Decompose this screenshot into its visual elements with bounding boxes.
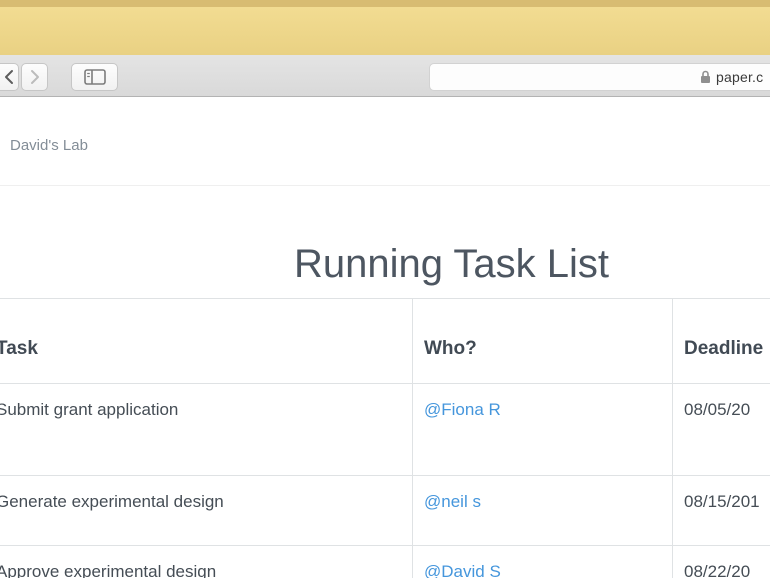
table-row: Approve experimental design @David S 08/…	[0, 546, 770, 578]
task-cell[interactable]: Submit grant application	[0, 384, 413, 475]
task-table: Task Who? Deadline Submit grant applicat…	[0, 298, 770, 578]
sidebar-toggle-button[interactable]	[71, 63, 118, 91]
who-cell[interactable]: @neil s	[413, 476, 673, 545]
who-cell[interactable]: @David S	[413, 546, 673, 578]
lock-icon	[700, 70, 711, 84]
table-row: Submit grant application @Fiona R 08/05/…	[0, 384, 770, 476]
who-cell[interactable]: @Fiona R	[413, 384, 673, 475]
deadline-cell[interactable]: 08/15/201	[673, 476, 770, 545]
sidebar-icon	[83, 69, 106, 85]
column-header-who-label: Who?	[424, 338, 477, 359]
deadline-cell[interactable]: 08/22/20	[673, 546, 770, 578]
back-icon	[3, 69, 14, 85]
column-header-deadline-label: Deadline	[684, 338, 764, 359]
header-divider	[0, 185, 770, 186]
table-header-row: Task Who? Deadline	[0, 299, 770, 384]
forward-icon	[29, 69, 40, 85]
column-header-who[interactable]: Who?	[413, 299, 673, 383]
column-header-task[interactable]: Task	[0, 299, 413, 383]
column-header-task-label: Task	[0, 338, 38, 359]
task-cell[interactable]: Generate experimental design	[0, 476, 413, 545]
back-button[interactable]	[0, 63, 19, 91]
desktop-background	[0, 7, 770, 55]
page-title[interactable]: Running Task List	[294, 243, 609, 285]
browser-toolbar: paper.c	[0, 55, 770, 97]
mention-link[interactable]: @neil s	[424, 492, 481, 511]
table-row: Generate experimental design @neil s 08/…	[0, 476, 770, 546]
browser-window: paper.c David's Lab Running Task List Ta…	[0, 0, 770, 578]
forward-button[interactable]	[21, 63, 48, 91]
mention-link[interactable]: @David S	[424, 562, 501, 578]
address-bar[interactable]: paper.c	[429, 63, 770, 91]
desktop-menubar-strip	[0, 0, 770, 7]
deadline-cell[interactable]: 08/05/20	[673, 384, 770, 475]
breadcrumb-link[interactable]: David's Lab	[10, 136, 88, 155]
column-header-deadline[interactable]: Deadline	[673, 299, 770, 383]
task-cell[interactable]: Approve experimental design	[0, 546, 413, 578]
mention-link[interactable]: @Fiona R	[424, 400, 501, 419]
url-text: paper.c	[716, 69, 764, 85]
